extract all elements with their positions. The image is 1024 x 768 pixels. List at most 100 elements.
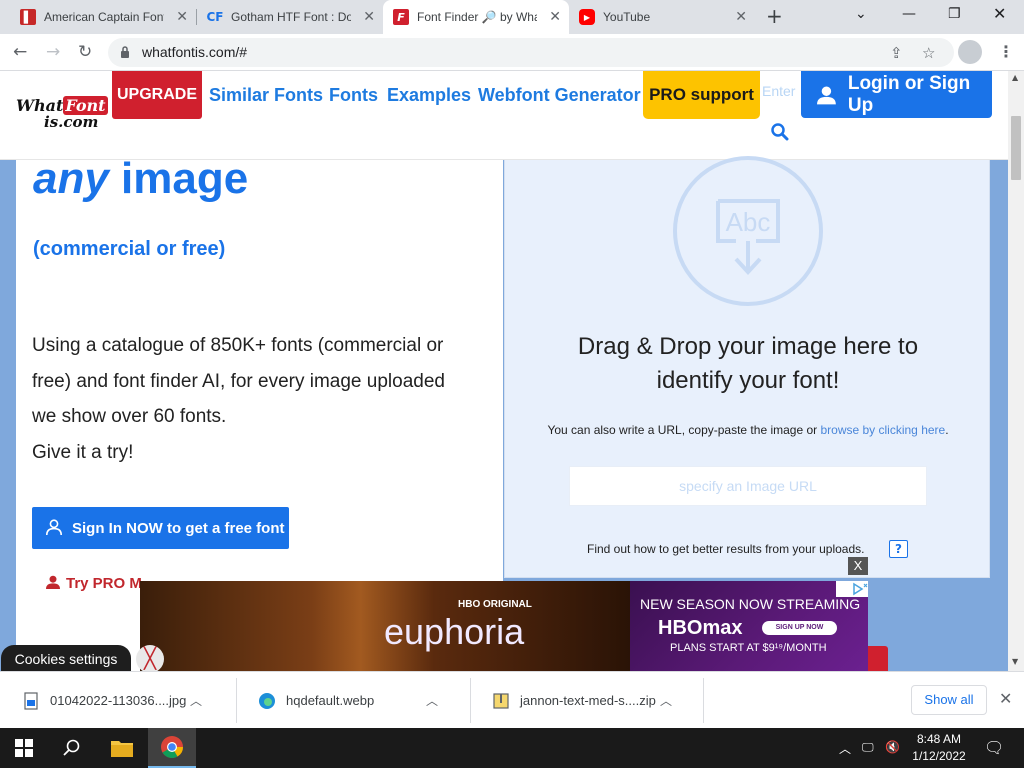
user-icon (46, 519, 62, 535)
tab-gotham[interactable]: CF Gotham HTF Font : Dow ✕ (197, 0, 383, 34)
browser-tab-strip: ▌ American Captain Font ✕ CF Gotham HTF … (0, 0, 1024, 34)
tab-american-captain[interactable]: ▌ American Captain Font ✕ (10, 0, 196, 34)
back-icon[interactable]: ← (13, 42, 27, 62)
minimize-icon[interactable]: — (902, 4, 916, 24)
nav-webfont-generator[interactable]: Webfont Generator (478, 85, 641, 106)
notifications-icon[interactable]: 🗨 (984, 738, 1004, 757)
download-item[interactable]: 01042022-113036....jpg ︿ (0, 672, 236, 729)
share-icon[interactable]: ⇪ (890, 44, 903, 62)
cookies-settings-button[interactable]: Cookies settings (1, 645, 131, 671)
drop-note-text: You can also write a URL, copy-paste the… (547, 423, 821, 437)
close-download-shelf-icon[interactable]: ✕ (999, 689, 1012, 708)
upload-icon-text: Abc (726, 207, 771, 237)
user-icon (46, 575, 60, 589)
chevron-up-icon[interactable]: ︿ (426, 692, 438, 709)
nav-examples[interactable]: Examples (387, 85, 471, 106)
help-button[interactable]: ? (889, 540, 908, 558)
tab-search-icon[interactable]: ⌄ (855, 4, 867, 24)
vertical-scrollbar[interactable]: ▲ ▼ (1008, 71, 1024, 671)
hbo-ad-banner[interactable]: HBO ORIGINAL euphoria NEW SEASON NOW STR… (140, 581, 868, 671)
drop-note-period: . (945, 423, 949, 437)
edge-file-icon (259, 692, 275, 709)
hero-heading-rest: image (108, 154, 249, 203)
whatfontis-favicon: F (393, 9, 409, 25)
search-input[interactable]: Enter (762, 83, 795, 99)
page-viewport: What Font is.com UPGRADE Similar Fonts Fo… (0, 71, 1008, 671)
tab-youtube[interactable]: ▶ YouTube ✕ (569, 0, 755, 34)
logo-text-iscom: is.com (44, 113, 99, 131)
sign-in-label: Sign In NOW to get a free font (72, 519, 285, 537)
site-header: What Font is.com UPGRADE Similar Fonts Fo… (0, 71, 1008, 160)
scroll-up-icon[interactable]: ▲ (1012, 73, 1018, 82)
chevron-up-icon[interactable]: ︿ (190, 692, 202, 709)
browse-link[interactable]: browse by clicking here (820, 423, 945, 437)
hero-description-line: Give it a try! (32, 441, 134, 463)
reload-icon[interactable]: ↻ (78, 42, 92, 62)
tab-title: YouTube (603, 10, 651, 24)
search-icon[interactable] (771, 123, 789, 141)
ad-close-button[interactable]: X (848, 557, 868, 575)
taskbar-search-icon[interactable] (48, 728, 96, 768)
volume-muted-icon[interactable]: 🔇 (885, 740, 900, 754)
cf-logo-icon: CF (206, 10, 224, 24)
clock-time: 8:48 AM (916, 732, 962, 746)
file-explorer-icon[interactable] (98, 728, 146, 768)
download-item[interactable]: hqdefault.webp ︿ (236, 672, 470, 729)
close-icon[interactable]: ✕ (363, 9, 375, 25)
image-drop-zone[interactable]: Abc Drag & Drop your image here to ident… (504, 156, 990, 578)
youtube-icon: ▶ (579, 9, 595, 25)
try-pro-link[interactable]: Try PRO M (46, 575, 142, 592)
image-url-input[interactable]: specify an Image URL (569, 466, 927, 506)
show-all-downloads-button[interactable]: Show all (911, 685, 987, 715)
download-filename: hqdefault.webp (286, 693, 375, 708)
forward-icon[interactable]: → (46, 42, 60, 62)
ad-tagline: NEW SEASON NOW STREAMING (640, 596, 861, 612)
decorative-red-tab (868, 646, 888, 671)
tab-title: Gotham HTF Font : Dow (231, 10, 351, 24)
chevron-up-icon[interactable]: ︿ (660, 692, 672, 709)
download-divider (703, 678, 704, 723)
nav-similar-fonts[interactable]: Similar Fonts (209, 85, 323, 106)
download-item[interactable]: jannon-text-med-s....zip ︿ (470, 672, 703, 729)
window-close-icon[interactable]: ✕ (993, 4, 1006, 24)
image-file-icon (24, 691, 38, 710)
windows-start-icon[interactable] (0, 728, 48, 768)
address-bar[interactable]: whatfontis.com/# ⇪ ☆ (108, 38, 954, 67)
login-label: Login or Sign Up (847, 72, 971, 116)
system-clock[interactable]: 8:48 AM 1/12/2022 (904, 731, 974, 765)
nav-fonts[interactable]: Fonts (329, 85, 378, 106)
clock-date: 1/12/2022 (912, 749, 966, 763)
user-icon (817, 86, 836, 104)
zip-file-icon (493, 692, 509, 709)
tray-expand-icon[interactable]: ︿ (839, 740, 851, 757)
lock-icon[interactable] (120, 45, 130, 59)
bookmark-star-icon[interactable]: ☆ (922, 44, 935, 62)
profile-avatar-icon[interactable] (958, 40, 982, 64)
pro-support-button[interactable]: PRO support (643, 71, 760, 119)
url-text: whatfontis.com/# (142, 44, 248, 60)
restore-icon[interactable]: ❐ (948, 4, 961, 24)
download-filename: 01042022-113036....jpg (50, 693, 187, 708)
red-square-icon: ▌ (20, 9, 36, 25)
cookies-close-icon[interactable]: ╳ (136, 645, 164, 671)
upgrade-button[interactable]: UPGRADE (112, 71, 202, 119)
close-icon[interactable]: ✕ (735, 9, 747, 25)
tab-font-finder[interactable]: F Font Finder 🔎 by Wha ✕ (383, 0, 569, 34)
ad-signup-button[interactable]: SIGN UP NOW (762, 621, 837, 635)
sign-in-free-font-button[interactable]: Sign In NOW to get a free font (32, 507, 289, 549)
scrollbar-thumb[interactable] (1011, 116, 1021, 180)
browser-menu-icon[interactable]: ⋮ (998, 42, 1014, 61)
login-signup-button[interactable]: Login or Sign Up (801, 71, 992, 118)
new-tab-icon[interactable]: + (766, 6, 783, 26)
hero-description-line: Using a catalogue of 850K+ fonts (commer… (32, 335, 444, 356)
close-icon[interactable]: ✕ (549, 9, 561, 25)
adchoices-icon[interactable] (836, 581, 868, 597)
scroll-down-icon[interactable]: ▼ (1012, 657, 1018, 666)
upload-image-icon: Abc (673, 156, 823, 306)
network-icon[interactable]: 🖵 (862, 740, 874, 755)
close-icon[interactable]: ✕ (176, 9, 188, 25)
site-logo[interactable]: What Font is.com (16, 96, 108, 130)
chrome-taskbar-icon[interactable] (148, 728, 196, 768)
drop-zone-title-line: Drag & Drop your image here to (577, 333, 919, 360)
ad-brand-small: HBO ORIGINAL (458, 599, 532, 610)
